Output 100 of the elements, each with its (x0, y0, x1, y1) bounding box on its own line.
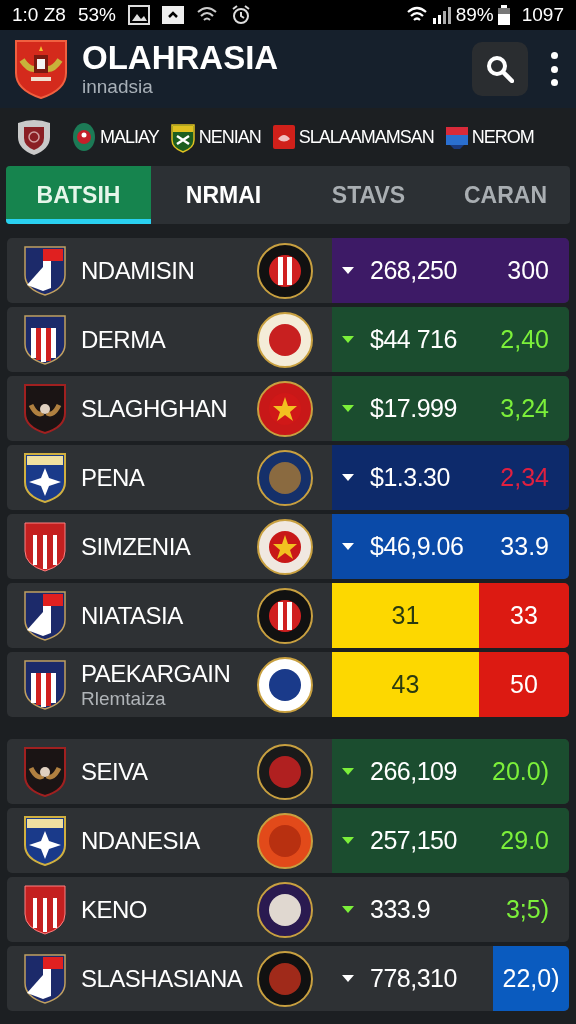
team-name: NDAMISIN (81, 256, 196, 285)
category-chip[interactable]: SLALAAMAMSAN (272, 123, 434, 151)
badge-icon (256, 655, 314, 714)
battery-percent: 89% (455, 2, 494, 27)
trend-arrow-icon (342, 405, 354, 412)
team-name: DERMA (81, 325, 167, 354)
badge-icon (256, 241, 314, 300)
trend-arrow-icon (342, 975, 354, 982)
score-text: 2,34 (500, 461, 550, 493)
signal-icon (431, 6, 452, 24)
team-row[interactable]: NDANESIA 257,150 29.0 (7, 808, 569, 873)
category-chip[interactable]: NENIAN (170, 121, 261, 153)
badge-icon (256, 517, 314, 576)
score-cell: 22,0) (493, 946, 569, 1011)
crest-icon (272, 125, 295, 149)
value-text: 268,250 (370, 254, 457, 286)
search-icon (486, 55, 514, 83)
team-name: SLAGHGHAN (81, 394, 229, 423)
crest-logo-icon (14, 38, 68, 100)
value-text: $44 716 (370, 323, 457, 355)
value-text: 257,150 (370, 824, 457, 856)
team-name: KENO (81, 895, 148, 924)
battery-icon (497, 5, 510, 25)
badge-icon (256, 811, 314, 870)
score-text: 29.0 (500, 824, 550, 856)
team-row[interactable]: SLASHASIANA 778,310 22,0) (7, 946, 569, 1011)
score-cell: 50 (479, 652, 569, 717)
score-text: 2,40 (500, 323, 550, 355)
badge-icon (256, 310, 314, 369)
badge-icon (256, 949, 314, 1008)
trend-arrow-icon (342, 768, 354, 775)
badge-icon (256, 379, 314, 438)
team-row[interactable]: NDAMISIN 268,250 300 (7, 238, 569, 303)
score-text: 3,24 (500, 392, 550, 424)
value-text: 333.9 (370, 893, 431, 925)
badge-icon (256, 742, 314, 801)
image-icon (127, 5, 150, 25)
value-text: $46,9.06 (370, 530, 464, 562)
value-text: 778,310 (370, 962, 457, 994)
score-cell: 33 (479, 583, 569, 648)
crest-icon (23, 382, 67, 435)
tab[interactable]: BATSIH (6, 166, 151, 224)
team-name: SIMZENIA (81, 532, 192, 561)
crest-icon (23, 244, 67, 297)
team-row[interactable]: SLAGHGHAN $17.999 3,24 (7, 376, 569, 441)
value-text: $17.999 (370, 392, 457, 424)
team-row[interactable]: SIMZENIA $46,9.06 33.9 (7, 514, 569, 579)
team-row[interactable]: SEIVA 266,109 20.0) (7, 739, 569, 804)
trend-arrow-icon (342, 837, 354, 844)
crest-icon (23, 520, 67, 573)
value-cell: 43 (332, 652, 479, 717)
status-text: 53% (77, 2, 116, 27)
tab[interactable]: NRMAI (151, 166, 296, 224)
crest-icon (23, 952, 67, 1005)
crest-icon (170, 121, 195, 153)
badge-icon (256, 880, 314, 939)
value-text: $1.3.30 (370, 461, 450, 493)
crest-icon (23, 883, 67, 936)
category-chip[interactable]: MALIAY (72, 122, 159, 152)
team-subtitle: Rlemtaiza (81, 687, 167, 710)
trend-arrow-icon (342, 543, 354, 550)
team-row[interactable]: PENA $1.3.30 2,34 (7, 445, 569, 510)
score-text: 33.9 (500, 530, 550, 562)
trend-arrow-icon (342, 906, 354, 913)
search-button[interactable] (472, 42, 528, 96)
badge-icon (256, 586, 314, 645)
value-cell: 31 (332, 583, 479, 648)
tab[interactable]: CARAN (441, 166, 570, 224)
team-row[interactable]: DERMA $44 716 2,40 (7, 307, 569, 372)
app-subtitle: innadsia (82, 76, 154, 98)
clock-time: 1097 (521, 2, 564, 27)
crest-icon (23, 814, 67, 867)
tab[interactable]: STAVS (296, 166, 441, 224)
crest-icon[interactable] (16, 118, 52, 156)
status-text: 1:0 Z8 (12, 2, 66, 27)
value-text: 266,109 (370, 755, 457, 787)
team-row[interactable]: PAEKARGAIN Rlemtaiza 43 50 (7, 652, 569, 717)
score-text: 300 (507, 254, 550, 286)
team-name: SLASHASIANA (81, 964, 244, 993)
category-chip[interactable]: NEROM (445, 123, 534, 151)
crest-icon (23, 658, 67, 711)
score-text: 20.0) (492, 755, 550, 787)
crest-icon (23, 745, 67, 798)
trend-arrow-icon (342, 267, 354, 274)
crest-icon (23, 589, 67, 642)
app-title: OLAHRASIA (82, 40, 280, 76)
crest-icon (72, 122, 96, 152)
trend-arrow-icon (342, 336, 354, 343)
score-text: 3;5) (505, 893, 550, 925)
badge-icon (256, 448, 314, 507)
team-row[interactable]: KENO 333.9 3;5) (7, 877, 569, 942)
crest-icon (23, 313, 67, 366)
team-row[interactable]: NIATASIA 31 33 (7, 583, 569, 648)
team-name: NIATASIA (81, 601, 184, 630)
notification-icon (161, 6, 184, 24)
team-name: PAEKARGAIN (81, 659, 232, 688)
crest-icon (445, 125, 468, 149)
team-name: NDANESIA (81, 826, 201, 855)
team-name: PENA (81, 463, 146, 492)
trend-arrow-icon (342, 474, 354, 481)
